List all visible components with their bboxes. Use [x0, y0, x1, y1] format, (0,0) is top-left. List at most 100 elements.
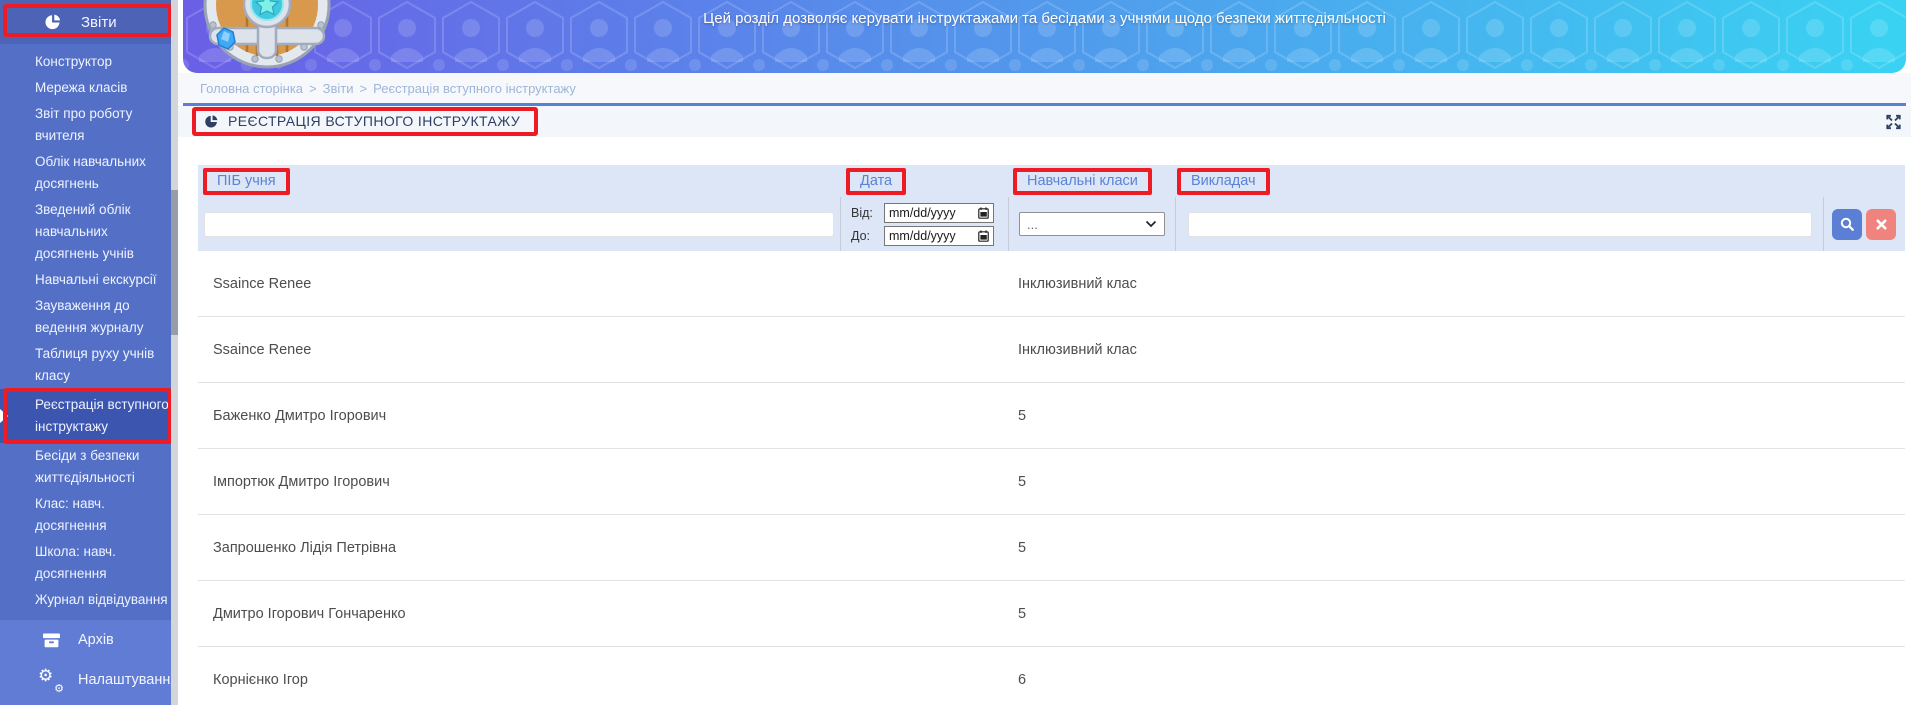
- table-header-row: ПІБ учня Дата Навчальні класи Викладач: [198, 165, 1905, 197]
- student-name: Корнієнко Ігор: [198, 672, 840, 688]
- sidebar-subitem[interactable]: Бесіди з безпеки життєдіяльності: [0, 443, 178, 491]
- breadcrumb-link[interactable]: Реєстрація вступного інструктажу: [373, 81, 576, 96]
- sidebar-item-reports[interactable]: Звіти: [0, 0, 178, 44]
- breadcrumb-item: Звіти >: [323, 81, 373, 96]
- sidebar-subitem[interactable]: Школа: навч. досягнення: [0, 539, 178, 587]
- sidebar-subitem-label: Реєстрація вступного інструктажу: [35, 397, 169, 434]
- student-name: Ssaince Renee: [198, 276, 840, 292]
- shield-icon: [197, 0, 337, 72]
- table-row[interactable]: Імпортюк Дмитро Ігорович 5: [198, 449, 1905, 515]
- chevron-down-icon: [1145, 220, 1157, 228]
- breadcrumb-link[interactable]: Головна сторінка: [200, 81, 303, 96]
- sidebar-subitem-label: Мережа класів: [35, 80, 127, 95]
- expand-icon[interactable]: [1886, 114, 1901, 129]
- sidebar-item-archive[interactable]: Архів: [0, 620, 178, 660]
- sidebar-item-label: Звіти: [81, 14, 117, 31]
- search-button[interactable]: [1832, 209, 1862, 240]
- sidebar-scrollbar-track: [171, 0, 178, 705]
- instruction-registry-table: ПІБ учня Дата Навчальні класи Викладач В…: [198, 165, 1905, 705]
- sidebar-subitem-label: Конструктор: [35, 54, 112, 69]
- app-window: Звіти Конструктор Мережа класів Звіт про…: [0, 0, 1911, 705]
- student-name: Ssaince Renee: [198, 342, 840, 358]
- section-banner: Цей розділ дозволяє керувати інструктажа…: [183, 0, 1906, 73]
- column-header-classes[interactable]: Навчальні класи: [1013, 168, 1152, 195]
- student-name: Імпортюк Дмитро Ігорович: [198, 474, 840, 490]
- student-class: Інклюзивний клас: [1008, 342, 1175, 358]
- student-name: Дмитро Ігорович Гончаренко: [198, 606, 840, 622]
- sidebar-subitem-label: Зведений облік навчальних досягнень учні…: [35, 202, 134, 261]
- sidebar-subitem[interactable]: Журнал відвідування: [0, 587, 178, 613]
- sidebar-subitem[interactable]: Зведений облік навчальних досягнень учні…: [0, 197, 178, 267]
- student-class: 5: [1008, 606, 1175, 622]
- breadcrumb-item: Головна сторінка >: [200, 81, 323, 96]
- clear-filter-button[interactable]: [1866, 209, 1896, 240]
- table-row[interactable]: Запрошенко Лідія Петрівна 5: [198, 515, 1905, 581]
- table-filter-row: Від: mm/dd/yyyy До:: [198, 197, 1905, 251]
- date-to-label: До:: [851, 229, 878, 243]
- table-row[interactable]: Ssaince Renee Інклюзивний клас: [198, 251, 1905, 317]
- date-from-input[interactable]: mm/dd/yyyy: [884, 203, 994, 223]
- archive-icon: [40, 631, 62, 649]
- student-name: Запрошенко Лідія Петрівна: [198, 540, 840, 556]
- sidebar-scrollbar-thumb[interactable]: [171, 190, 178, 335]
- sidebar: Звіти Конструктор Мережа класів Звіт про…: [0, 0, 178, 705]
- close-icon: [1876, 219, 1887, 230]
- breadcrumb-separator: >: [309, 81, 317, 96]
- banner-description: Цей розділ дозволяє керувати інструктажа…: [703, 10, 1386, 27]
- student-filter-input[interactable]: [204, 212, 834, 237]
- calendar-icon: [978, 230, 989, 242]
- sidebar-item-settings[interactable]: ⚙⚙ Налаштування: [0, 660, 178, 700]
- breadcrumb-item: Реєстрація вступного інструктажу >: [373, 81, 576, 96]
- column-header-teacher[interactable]: Викладач: [1177, 168, 1270, 195]
- calendar-icon: [978, 207, 989, 219]
- column-header-date[interactable]: Дата: [846, 168, 906, 195]
- sidebar-subitem-label: Зауваження до ведення журналу: [35, 298, 143, 335]
- date-to-input[interactable]: mm/dd/yyyy: [884, 226, 994, 246]
- breadcrumb: Головна сторінка > Звіти > Реєстрація вс…: [178, 73, 1911, 103]
- page-title-highlight: РЕЄСТРАЦІЯ ВСТУПНОГО ІНСТРУКТАЖУ: [192, 107, 538, 136]
- student-class: 5: [1008, 474, 1175, 490]
- sidebar-subitem[interactable]: Клас: навч. досягнення: [0, 491, 178, 539]
- sidebar-subitem[interactable]: Навчальні екскурсії: [0, 267, 178, 293]
- student-class: 6: [1008, 672, 1175, 688]
- sidebar-subitem[interactable]: Конструктор: [0, 49, 178, 75]
- breadcrumb-link[interactable]: Звіти: [323, 81, 354, 96]
- pie-chart-icon: [204, 114, 219, 129]
- table-row[interactable]: Дмитро Ігорович Гончаренко 5: [198, 581, 1905, 647]
- class-select[interactable]: ...: [1019, 212, 1165, 236]
- sidebar-submenu: Конструктор Мережа класів Звіт про робот…: [0, 44, 178, 620]
- sidebar-subitem[interactable]: Звіт про роботу вчителя: [0, 101, 178, 149]
- sidebar-subitem-label: Бесіди з безпеки життєдіяльності: [35, 448, 139, 485]
- sidebar-subitem-label: Журнал відвідування: [35, 592, 168, 607]
- table-body: Ssaince Renee Інклюзивний клас Ssaince R…: [198, 251, 1905, 705]
- main-content: Цей розділ дозволяє керувати інструктажа…: [178, 0, 1911, 705]
- sidebar-subitem-label: Облік навчальних досягнень: [35, 154, 146, 191]
- sidebar-subitem-label: Таблиця руху учнів класу: [35, 346, 154, 383]
- student-name: Баженко Дмитро Ігорович: [198, 408, 840, 424]
- pie-chart-icon: [42, 13, 64, 31]
- teacher-filter-input[interactable]: [1188, 212, 1812, 237]
- sidebar-subitem[interactable]: Мережа класів: [0, 75, 178, 101]
- sidebar-subitem-label: Школа: навч. досягнення: [35, 544, 116, 581]
- table-row[interactable]: Ssaince Renee Інклюзивний клас: [198, 317, 1905, 383]
- search-icon: [1840, 217, 1854, 231]
- sidebar-item-instructions[interactable]: i Інструкції: [0, 700, 178, 705]
- sidebar-subitem-label: Навчальні екскурсії: [35, 272, 156, 287]
- table-row[interactable]: Баженко Дмитро Ігорович 5: [198, 383, 1905, 449]
- sidebar-item-label: Архів: [78, 632, 114, 648]
- column-header-student[interactable]: ПІБ учня: [203, 168, 290, 195]
- sidebar-subitem[interactable]: Реєстрація вступного інструктажу: [0, 389, 178, 443]
- breadcrumb-separator: >: [360, 81, 368, 96]
- student-class: 5: [1008, 408, 1175, 424]
- gear-icon: ⚙⚙: [40, 669, 62, 691]
- sidebar-subitem[interactable]: Таблиця руху учнів класу: [0, 341, 178, 389]
- sidebar-item-label: Налаштування: [78, 672, 178, 688]
- sidebar-subitem[interactable]: Облік навчальних досягнень: [0, 149, 178, 197]
- active-marker-arrow: [0, 409, 8, 423]
- sidebar-subitem[interactable]: Зауваження до ведення журналу: [0, 293, 178, 341]
- panel-title-bar: РЕЄСТРАЦІЯ ВСТУПНОГО ІНСТРУКТАЖУ: [178, 106, 1911, 137]
- student-class: Інклюзивний клас: [1008, 276, 1175, 292]
- sidebar-subitem-label: Клас: навч. досягнення: [35, 496, 107, 533]
- page-title: РЕЄСТРАЦІЯ ВСТУПНОГО ІНСТРУКТАЖУ: [228, 113, 520, 129]
- table-row[interactable]: Корнієнко Ігор 6: [198, 647, 1905, 705]
